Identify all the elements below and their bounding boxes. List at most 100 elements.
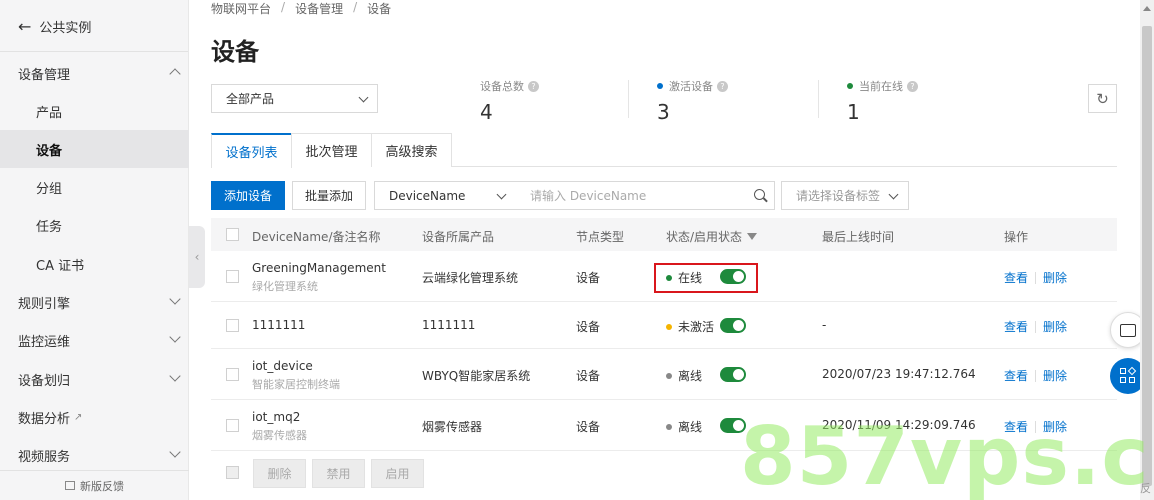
back-link[interactable]: ← 公共实例: [18, 16, 91, 36]
sidebar-item-device-assignment[interactable]: 设备划归: [0, 360, 189, 398]
row-checkbox[interactable]: [226, 419, 239, 432]
sidebar-item-device-management[interactable]: 设备管理: [0, 54, 189, 92]
bulk-select-checkbox[interactable]: [226, 466, 239, 479]
sidebar-item-data-analysis[interactable]: 数据分析 ↗: [0, 398, 189, 436]
tab-advanced-search[interactable]: 高级搜索: [371, 133, 452, 167]
select-all-checkbox[interactable]: [226, 228, 239, 241]
stat-total-devices: 设备总数? 4: [480, 78, 539, 124]
corner-text: 反: [1140, 482, 1151, 495]
add-device-button[interactable]: 添加设备: [211, 181, 285, 210]
delete-link[interactable]: 删除: [1043, 318, 1067, 335]
table-header: DeviceName/备注名称 设备所属产品 节点类型 状态/启用状态 最后上线…: [211, 218, 1117, 251]
tab-batch-management[interactable]: 批次管理: [291, 133, 372, 167]
node-type: 设备: [576, 369, 601, 383]
device-status: 未激活: [666, 318, 714, 335]
row-checkbox[interactable]: [226, 319, 239, 332]
row-actions: 查看 删除: [1004, 367, 1067, 384]
column-header-label: 状态/启用状态: [666, 230, 743, 244]
last-online-time: -: [822, 318, 827, 332]
table-row: iot_device 智能家居控制终端 WBYQ智能家居系统 设备 离线 202…: [211, 349, 1117, 400]
bulk-enable-button[interactable]: 启用: [371, 459, 424, 488]
search-field-select[interactable]: DeviceName: [374, 181, 517, 210]
status-label: 离线: [678, 369, 703, 383]
stat-online-devices: 当前在线? 1: [847, 78, 918, 124]
chevron-left-icon: ‹: [194, 250, 200, 264]
sidebar-item-monitoring[interactable]: 监控运维: [0, 321, 189, 359]
sidebar: ← 公共实例 设备管理 产品 设备 分组 任务 CA 证书 规则引擎 监控运维 …: [0, 0, 189, 500]
action-divider: [1035, 320, 1037, 333]
sidebar-item-task[interactable]: 任务: [0, 206, 189, 244]
view-link[interactable]: 查看: [1004, 269, 1028, 286]
delete-link[interactable]: 删除: [1043, 367, 1067, 384]
feedback-button[interactable]: 新版反馈: [0, 470, 189, 500]
status-label: 未激活: [678, 320, 715, 334]
chevron-down-icon: [169, 331, 181, 343]
enable-toggle[interactable]: [720, 367, 746, 382]
help-icon[interactable]: ?: [528, 80, 539, 92]
tag-filter-select[interactable]: 请选择设备标签: [781, 181, 909, 210]
sidebar-item-device[interactable]: 设备: [0, 130, 189, 168]
status-dot: [657, 83, 663, 89]
tab-device-list[interactable]: 设备列表: [211, 133, 292, 168]
stat-activated-devices: 激活设备? 3: [657, 78, 728, 124]
chevron-down-icon: [169, 370, 181, 382]
sidebar-item-group[interactable]: 分组: [0, 168, 189, 206]
back-arrow-icon: ←: [18, 16, 32, 36]
enable-toggle[interactable]: [720, 318, 746, 333]
breadcrumb-item: 设备: [367, 2, 392, 16]
sidebar-item-label: 视频服务: [18, 449, 71, 465]
help-icon[interactable]: ?: [907, 80, 918, 92]
delete-link[interactable]: 删除: [1043, 269, 1067, 286]
device-product: WBYQ智能家居系统: [422, 369, 531, 383]
watermark: 857vps.cn: [740, 410, 1154, 500]
row-checkbox[interactable]: [226, 270, 239, 283]
status-dot: [847, 83, 853, 89]
sidebar-item-label: 分组: [36, 181, 63, 197]
node-type: 设备: [576, 320, 601, 334]
column-header: 操作: [1004, 230, 1029, 244]
help-icon[interactable]: ?: [717, 80, 728, 92]
sidebar-item-label: 监控运维: [18, 334, 71, 350]
sidebar-item-ca-cert[interactable]: CA 证书: [0, 245, 189, 283]
bulk-delete-button[interactable]: 删除: [253, 459, 306, 488]
refresh-icon: ↻: [1096, 89, 1109, 108]
row-actions: 查看 删除: [1004, 269, 1067, 286]
status-dot: [666, 372, 672, 379]
device-product: 烟雾传感器: [422, 420, 483, 434]
sidebar-item-label: 任务: [36, 219, 63, 235]
batch-add-button[interactable]: 批量添加: [292, 181, 366, 210]
sidebar-item-rule-engine[interactable]: 规则引擎: [0, 283, 189, 321]
view-link[interactable]: 查看: [1004, 318, 1028, 335]
sidebar-item-label: 设备管理: [18, 67, 71, 83]
feedback-label: 新版反馈: [80, 479, 124, 493]
chevron-up-icon: [169, 68, 181, 80]
column-header: 设备所属产品: [422, 230, 495, 244]
device-product: 1111111: [422, 318, 476, 332]
table-row: 1111111 1111111 设备 未激活 - 查看 删除: [211, 302, 1117, 349]
stat-divider: [818, 80, 819, 118]
refresh-button[interactable]: ↻: [1088, 84, 1117, 113]
chevron-down-icon: [169, 293, 181, 305]
action-divider: [1035, 271, 1037, 284]
sidebar-item-label: 规则引擎: [18, 296, 71, 312]
sidebar-item-video-service[interactable]: 视频服务: [0, 436, 189, 474]
breadcrumb-item[interactable]: 物联网平台: [211, 0, 271, 17]
view-link[interactable]: 查看: [1004, 367, 1028, 384]
bulk-disable-button[interactable]: 禁用: [312, 459, 365, 488]
row-checkbox[interactable]: [226, 368, 239, 381]
sidebar-collapse-handle[interactable]: ‹: [189, 226, 205, 288]
column-header-status: 状态/启用状态: [666, 228, 758, 245]
status-label: 离线: [678, 420, 703, 434]
sidebar-item-product[interactable]: 产品: [0, 92, 189, 130]
sidebar-item-label: 数据分析: [18, 411, 71, 427]
search-icon[interactable]: [754, 189, 765, 200]
scroll-up-icon[interactable]: [1143, 6, 1151, 11]
breadcrumb-item[interactable]: 设备管理: [295, 0, 343, 17]
external-link-icon: ↗: [74, 411, 83, 423]
filter-icon[interactable]: [747, 233, 758, 240]
search-field-value: DeviceName: [389, 188, 466, 203]
chevron-down-icon: [169, 446, 181, 458]
search-input[interactable]: [516, 181, 775, 210]
device-note: 绿化管理系统: [252, 280, 318, 293]
product-filter-select[interactable]: 全部产品: [211, 84, 378, 113]
